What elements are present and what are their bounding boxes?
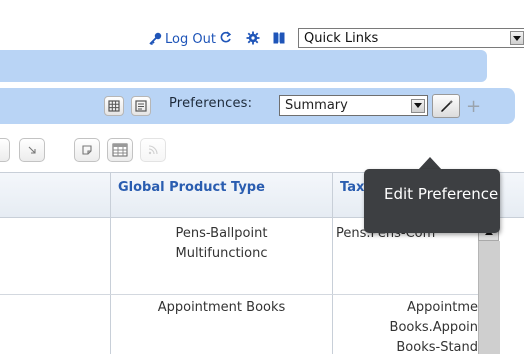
grid-view-button[interactable] [104,96,124,116]
note-icon [82,145,92,155]
table-cell-product-type: Pens-Ballpoint Multifunctionc [111,224,332,264]
key-icon [149,32,162,46]
chevron-down-icon[interactable] [411,98,425,113]
scrollbar-track[interactable] [478,241,500,354]
table-cell-product-type: Appointment Books [157,300,286,315]
book-icon[interactable] [272,31,286,45]
column-divider [332,172,333,354]
quick-links-select[interactable]: Quick Links [298,28,524,48]
toolbar-button-partial[interactable] [0,138,10,162]
preferences-value: Summary [285,98,348,113]
table-icon [112,143,128,157]
quick-links-value: Quick Links [304,30,379,46]
chevron-down-icon[interactable] [510,31,524,45]
rss-button[interactable] [140,138,166,162]
rss-icon [148,145,158,155]
table-button[interactable] [107,138,133,162]
edit-preference-button[interactable] [432,94,460,118]
note-button[interactable] [74,138,100,162]
logout-label: Log Out [165,31,216,47]
blue-band-top [0,50,487,82]
grid-view-icon [108,100,120,112]
arrow-down-right-icon [28,146,36,154]
preferences-select[interactable]: Summary [279,95,428,116]
edit-preference-tooltip: Edit Preference [364,169,500,233]
table-cell-taxonomy: Appointme Books.Appoin Books-Stand [389,300,478,355]
add-preference-button[interactable]: + [466,96,481,117]
list-view-button[interactable] [131,96,151,116]
gear-icon[interactable] [246,31,260,45]
export-button[interactable] [19,138,45,162]
pencil-icon [441,100,453,112]
preferences-label: Preferences: [169,96,253,111]
plus-icon: + [466,96,482,117]
column-header-global-product-type[interactable]: Global Product Type [118,180,265,195]
row-divider [0,294,478,295]
logout-link[interactable]: Log Out [148,30,216,48]
refresh-icon[interactable] [219,31,233,45]
list-view-icon [135,100,147,112]
cell-text: Pens-Ballpoint Multifunctionc [175,226,268,261]
